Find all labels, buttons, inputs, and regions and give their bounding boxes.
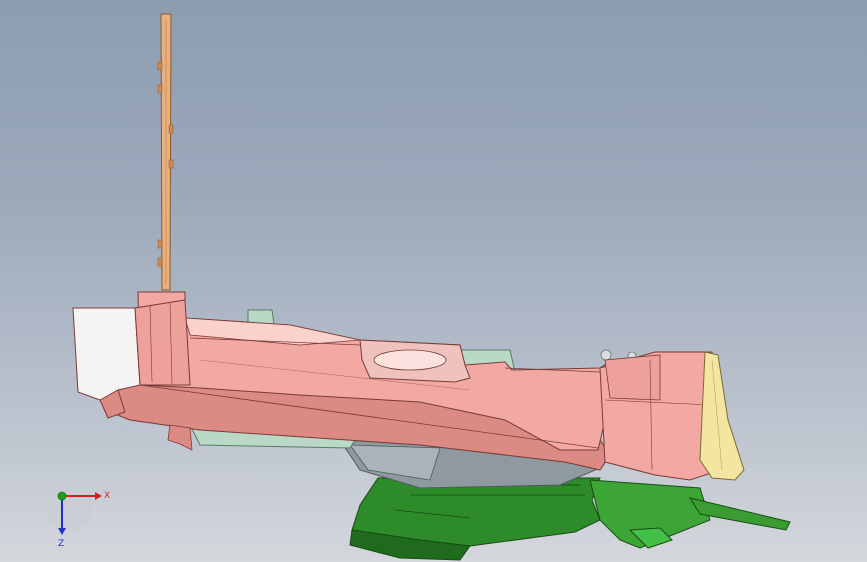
graphics-viewport[interactable]: X Z: [0, 0, 867, 562]
axis-triad: X Z: [48, 488, 110, 549]
z-axis-label: Z: [58, 539, 64, 549]
y-axis-dot-icon: [57, 491, 67, 501]
x-arrowhead-icon: [95, 492, 102, 500]
triad-background: [48, 488, 92, 532]
z-arrowhead-icon: [58, 528, 66, 535]
x-axis-label: X: [104, 491, 110, 501]
